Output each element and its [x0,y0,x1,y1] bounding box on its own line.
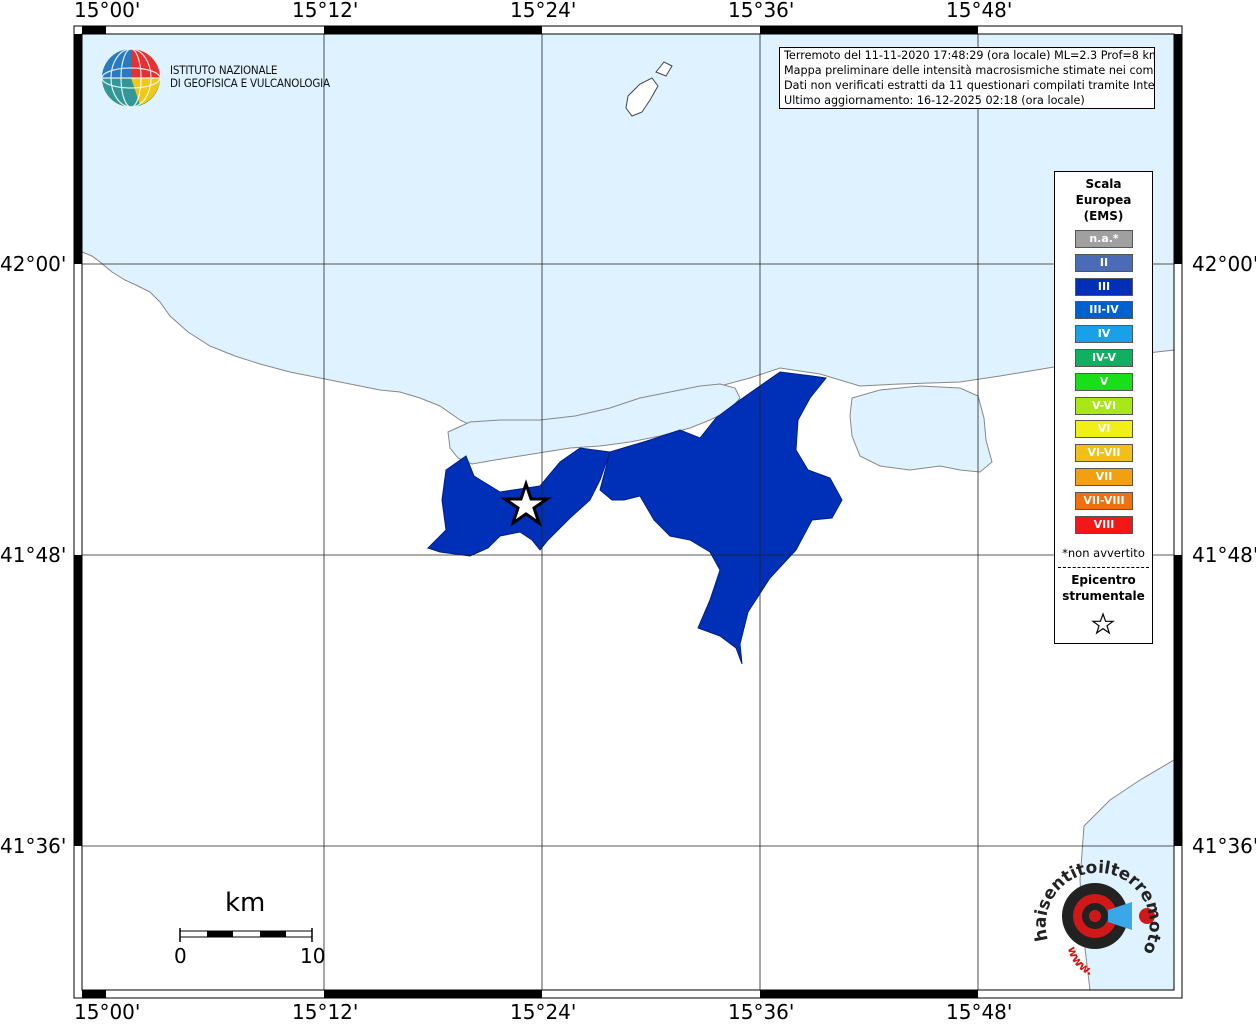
legend-title-line3: (EMS) [1083,209,1124,223]
info-line2: Mappa preliminare delle intensità macros… [784,64,1155,77]
legend-item: VII-VIII [1075,491,1133,510]
ingv-logo-icon [101,48,161,108]
left-tick-label: 41°48' [0,543,67,567]
bottom-tick-label: 15°24' [510,1000,577,1024]
top-tick-label: 15°12' [292,0,359,22]
legend-item: VI-VII [1075,444,1133,463]
right-tick-label: 41°36' [1192,834,1256,858]
scale-min-label: 0 [174,944,187,968]
legend-item: IV-V [1075,348,1133,367]
bottom-tick-label: 15°12' [292,1000,359,1024]
legend-title-line2: Europea [1075,193,1132,207]
top-tick-label: 15°00' [74,0,141,22]
event-info-box: Terremoto del 11-11-2020 17:48:29 (ora l… [779,47,1155,109]
ems-legend: Scala Europea (EMS) n.a.* II III III-IV IV IV… [1054,171,1153,644]
scale-unit: km [225,888,266,918]
info-line3: Dati non verificati estratti da 11 quest… [784,79,1155,92]
legend-item: VI [1075,420,1133,439]
legend-item: VIII [1075,515,1133,534]
right-tick-label: 41°48' [1192,543,1256,567]
legend-item: VII [1075,467,1133,486]
ingv-logo-text: ISTITUTO NAZIONALE DI GEOFISICA E VULCAN… [170,64,330,90]
legend-item: n.a.* [1075,230,1133,248]
info-line4: Ultimo aggiornamento: 16-12-2025 02:18 (… [784,94,1085,107]
legend-epicenter-line1: Epicentro [1071,573,1136,587]
info-line1: Terremoto del 11-11-2020 17:48:29 (ora l… [784,49,1155,62]
top-tick-label: 15°24' [510,0,577,22]
legend-item: II [1075,253,1133,272]
top-tick-label: 15°36' [728,0,795,22]
scale-max-label: 10 [300,944,326,968]
logo-line2: DI GEOFISICA E VULCANOLOGIA [170,76,330,90]
legend-item: V [1075,372,1133,391]
legend-item: III [1075,277,1133,296]
legend-epicenter-line2: strumentale [1062,589,1145,603]
top-tick-label: 15°48' [946,0,1013,22]
legend-epicenter-label: Epicentro strumentale [1055,572,1152,604]
legend-separator [1058,567,1149,568]
left-tick-label: 42°00' [0,252,67,276]
varano-lagoon [849,385,993,473]
legend-items: n.a.* II III III-IV IV IV-V V V-VI VI VI-VII VII VI… [1075,230,1133,539]
legend-title-line1: Scala [1085,177,1122,191]
legend-item: V-VI [1075,396,1133,415]
legend-title: Scala Europea (EMS) [1055,176,1152,224]
right-tick-label: 42°00' [1192,252,1256,276]
left-tick-label: 41°36' [0,834,67,858]
legend-note: *non avvertito [1062,546,1145,560]
bottom-tick-label: 15°36' [728,1000,795,1024]
legend-star-icon [1091,612,1115,635]
bottom-tick-label: 15°00' [74,1000,141,1024]
legend-item: IV [1075,325,1133,344]
bottom-tick-label: 15°48' [946,1000,1013,1024]
legend-item: III-IV [1075,301,1133,320]
